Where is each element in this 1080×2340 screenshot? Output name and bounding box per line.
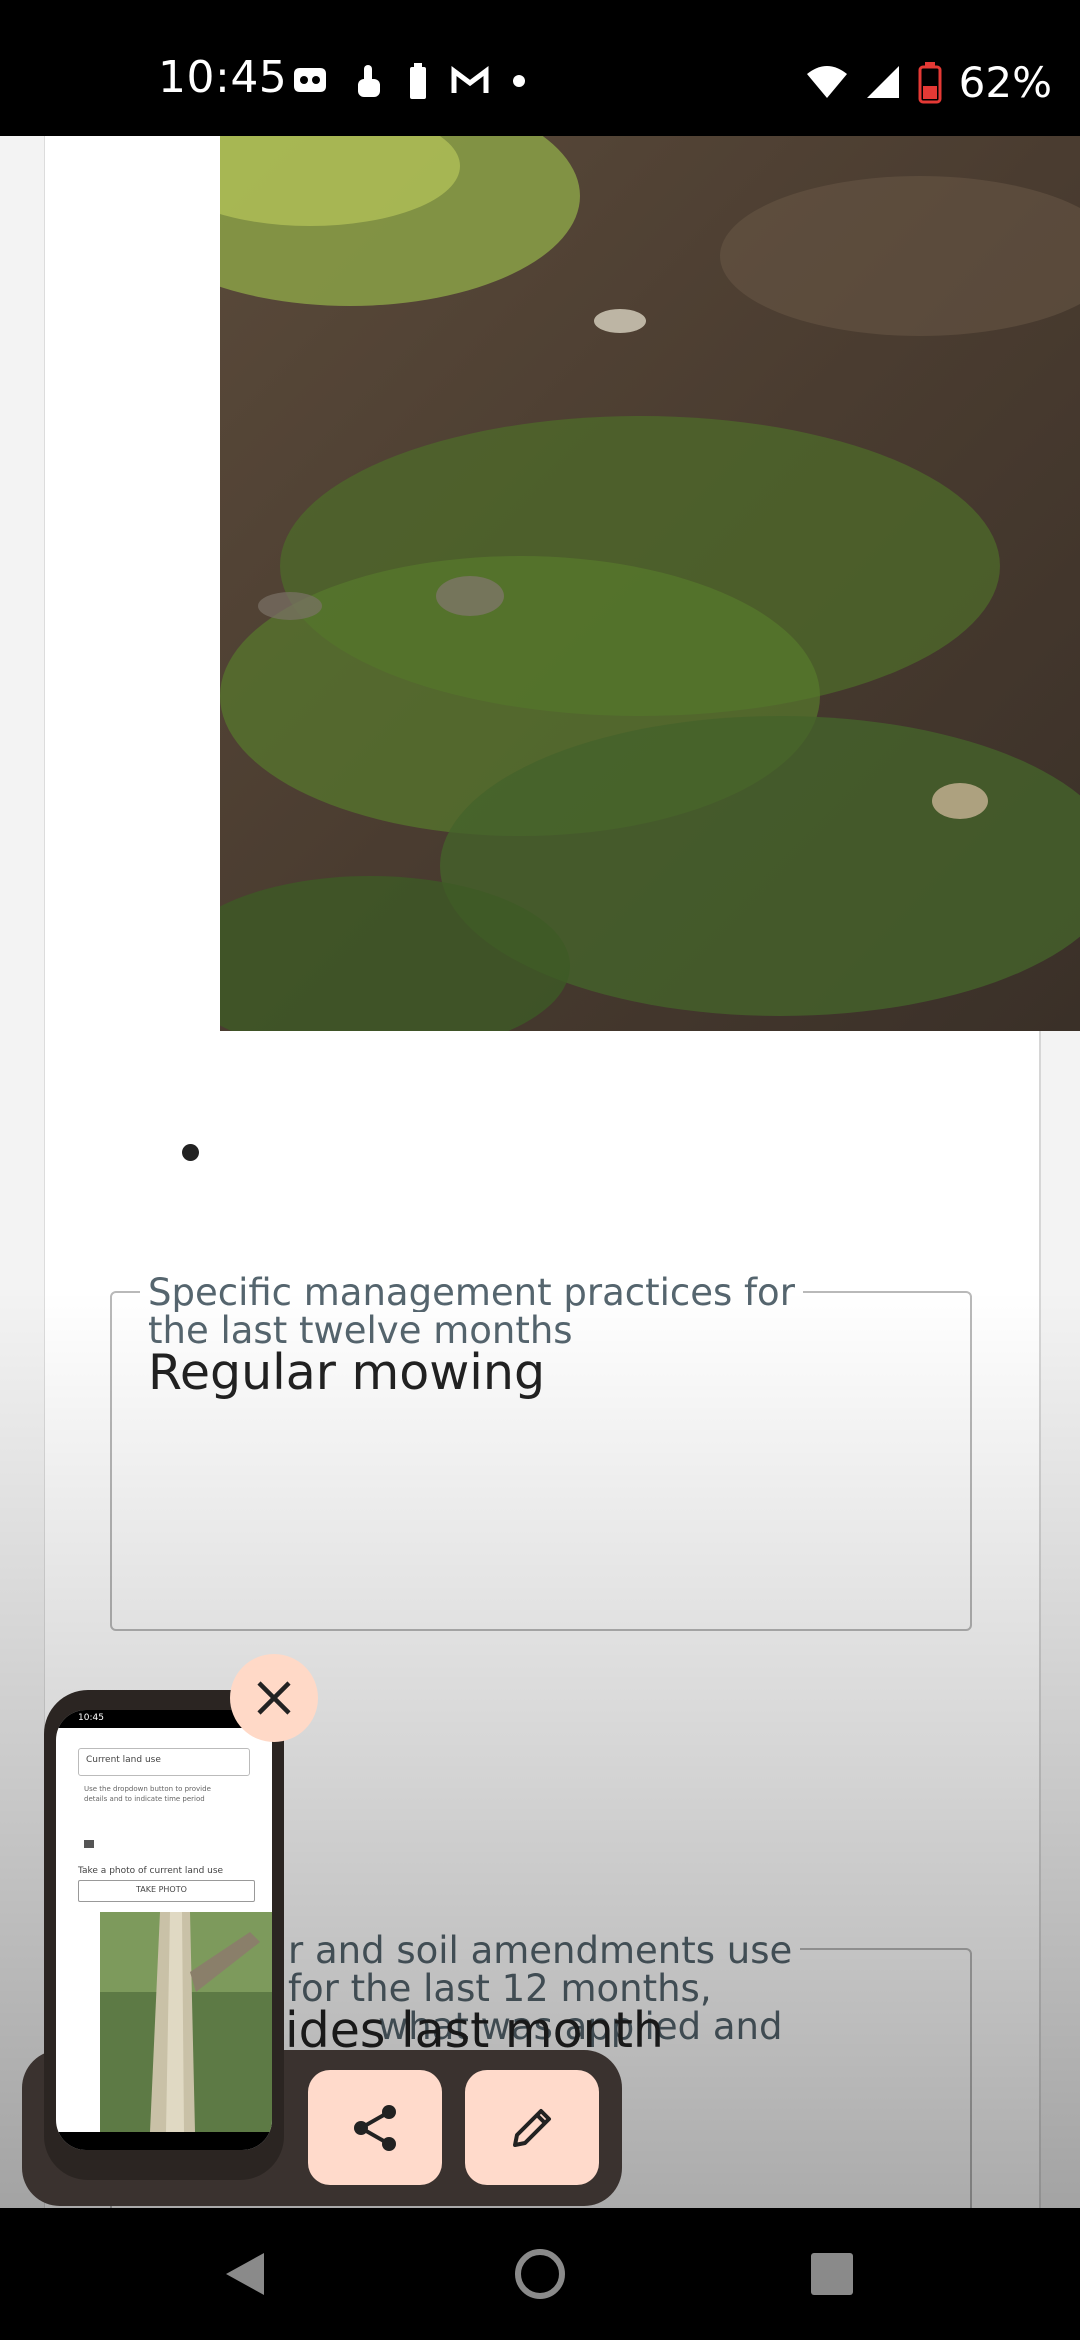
app-icon (294, 68, 326, 92)
status-time: 10:45 (158, 52, 288, 103)
mini-take-photo-label: TAKE PHOTO (136, 1885, 187, 1894)
share-icon (354, 2104, 396, 2151)
screenshot-thumbnail[interactable]: 10:45 Current land use Use the dropdown … (44, 1690, 284, 2180)
navigation-bar (0, 2208, 1080, 2340)
back-button[interactable] (165, 2208, 325, 2340)
home-button[interactable] (460, 2208, 620, 2340)
edit-button[interactable] (465, 2070, 599, 2185)
home-icon (515, 2249, 565, 2299)
close-thumbnail-button[interactable] (230, 1654, 318, 1742)
mini-photo-label: Take a photo of current land use (78, 1866, 224, 1876)
share-button[interactable] (308, 2070, 442, 2185)
carousel-indicator[interactable] (182, 1144, 199, 1161)
close-icon (257, 1681, 291, 1715)
signal-icon (866, 66, 899, 98)
fertilizer-label-line1: r and soil amendments use (280, 1932, 801, 1970)
mini-tree-photo (100, 1912, 272, 2132)
management-practices-label-line1: Specific management practices for (140, 1274, 803, 1312)
edit-icon (513, 2108, 551, 2147)
gmail-icon (451, 66, 489, 93)
mini-time: 10:45 (78, 1713, 104, 1723)
status-bar: 10:45 62% (0, 0, 1080, 136)
battery-low-icon (918, 62, 942, 104)
land-use-photo[interactable] (220, 136, 1080, 1031)
touch-icon (358, 65, 380, 97)
mini-dropdown-label: Current land use (86, 1755, 161, 1765)
back-icon (226, 2253, 264, 2295)
management-practices-value[interactable]: Regular mowing (148, 1344, 545, 1401)
recents-button[interactable] (752, 2208, 912, 2340)
battery-percent: 62% (958, 57, 1052, 107)
thumbnail-screen: 10:45 Current land use Use the dropdown … (56, 1710, 272, 2150)
recents-icon (811, 2253, 853, 2295)
status-system-icons: 62% (805, 52, 1052, 112)
mini-note-icon (84, 1840, 94, 1848)
mini-hint: Use the dropdown button to provide detai… (84, 1785, 211, 1803)
dot-icon (513, 75, 525, 87)
battery-small-icon (410, 63, 426, 99)
wifi-icon (806, 66, 847, 98)
status-notification-icons (290, 56, 526, 106)
